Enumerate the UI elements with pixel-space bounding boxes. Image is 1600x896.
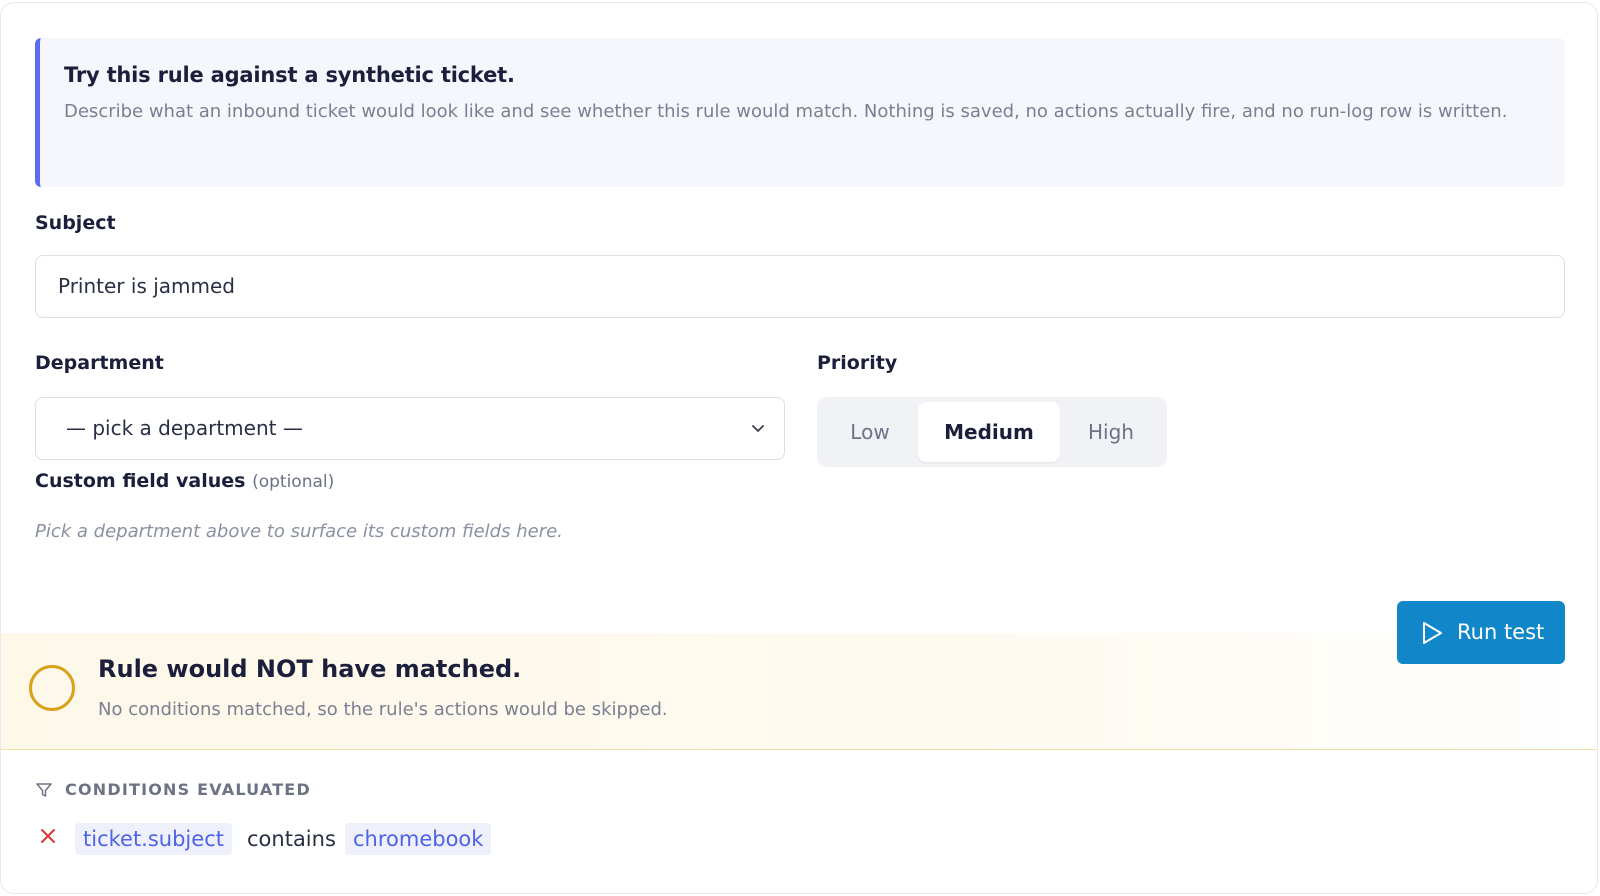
- info-callout: Try this rule against a synthetic ticket…: [35, 38, 1565, 187]
- subject-label: Subject: [35, 212, 116, 234]
- optional-tag: (optional): [252, 472, 335, 492]
- condition-value: chromebook: [345, 823, 492, 855]
- department-select[interactable]: — pick a department —: [35, 397, 785, 460]
- condition-field: ticket.subject: [75, 823, 232, 855]
- callout-title: Try this rule against a synthetic ticket…: [64, 63, 515, 87]
- run-test-button[interactable]: Run test: [1397, 601, 1565, 664]
- funnel-icon: [36, 783, 52, 797]
- subject-input[interactable]: Printer is jammed: [35, 255, 1565, 318]
- conditions-heading: CONDITIONS EVALUATED: [35, 777, 311, 803]
- play-icon: [1423, 622, 1442, 644]
- priority-option-low[interactable]: Low: [822, 402, 918, 462]
- x-icon: [41, 829, 55, 843]
- rule-test-panel: Try this rule against a synthetic ticket…: [0, 2, 1598, 894]
- priority-option-medium[interactable]: Medium: [918, 402, 1060, 462]
- result-banner: Rule would NOT have matched. No conditio…: [1, 633, 1597, 750]
- result-text: No conditions matched, so the rule's act…: [98, 699, 668, 720]
- department-label: Department: [35, 352, 164, 374]
- status-circle-icon: [29, 665, 75, 711]
- conditions-heading-text: CONDITIONS EVALUATED: [65, 780, 311, 799]
- priority-segmented-control: Low Medium High: [817, 397, 1167, 467]
- priority-label: Priority: [817, 352, 898, 374]
- priority-option-high[interactable]: High: [1060, 402, 1162, 462]
- callout-text: Describe what an inbound ticket would lo…: [64, 101, 1508, 122]
- run-test-label: Run test: [1457, 620, 1545, 644]
- result-title: Rule would NOT have matched.: [98, 655, 522, 683]
- department-selected-value: — pick a department —: [66, 416, 303, 440]
- chevron-down-icon: [752, 425, 764, 432]
- condition-operator: contains: [247, 827, 336, 851]
- custom-fields-label: Custom field values (optional): [35, 467, 334, 496]
- custom-fields-hint: Pick a department above to surface its c…: [35, 521, 563, 542]
- custom-fields-label-text: Custom field values: [35, 470, 246, 492]
